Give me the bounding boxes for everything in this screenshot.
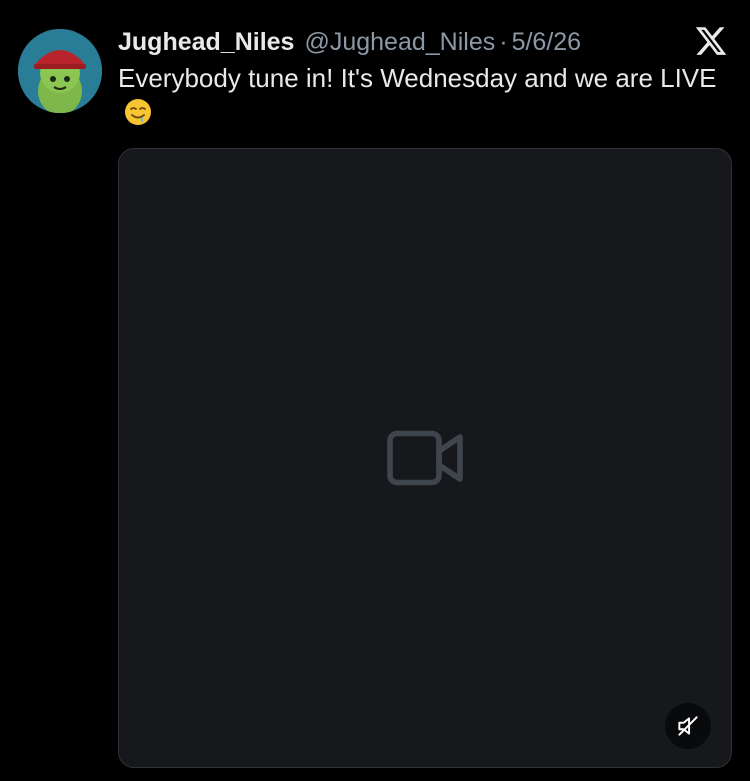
mute-button[interactable]	[665, 703, 711, 749]
user-handle[interactable]: @Jughead_Niles	[304, 26, 495, 58]
avatar[interactable]	[18, 29, 102, 113]
video-placeholder	[119, 149, 731, 767]
avatar-image	[18, 29, 102, 113]
tweet-body: Everybody tune in! It's Wednesday and we…	[118, 63, 717, 93]
display-name[interactable]: Jughead_Niles	[118, 26, 294, 58]
tweet-text: Everybody tune in! It's Wednesday and we…	[118, 61, 728, 131]
drooling-face-emoji	[124, 98, 152, 126]
muted-speaker-icon	[678, 716, 698, 736]
separator-dot: ·	[499, 28, 508, 56]
tweet-card: Jughead_Niles @Jughead_Niles · 5/6/26 Ev…	[0, 0, 750, 781]
tweet-date[interactable]: 5/6/26	[512, 26, 582, 58]
video-icon	[387, 430, 463, 486]
media-container[interactable]	[118, 148, 732, 768]
tweet-header: Jughead_Niles @Jughead_Niles · 5/6/26	[118, 26, 581, 58]
x-logo-icon[interactable]	[694, 24, 728, 58]
